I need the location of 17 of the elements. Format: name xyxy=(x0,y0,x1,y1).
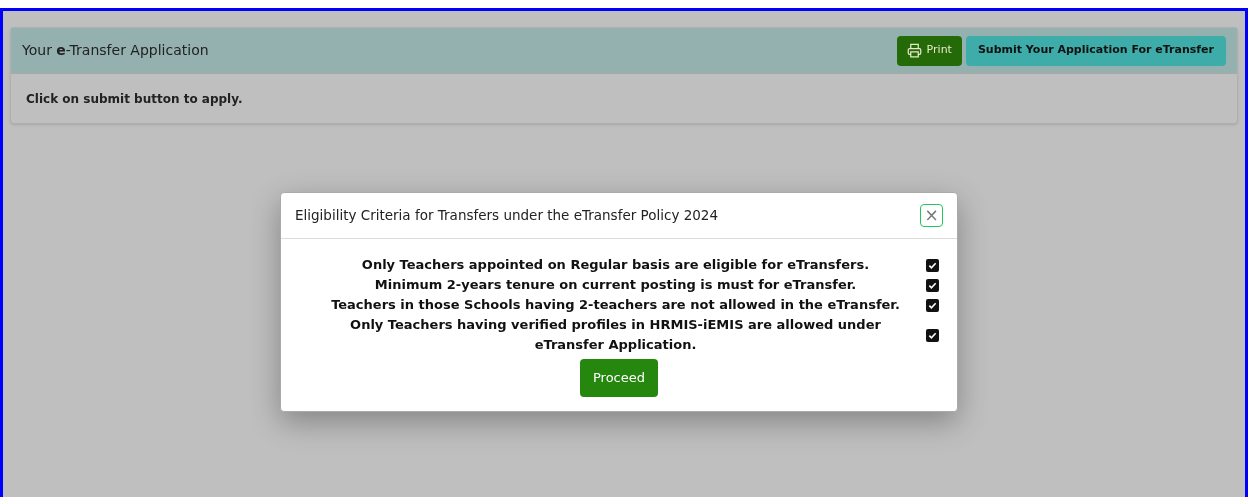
check-icon xyxy=(928,330,937,340)
criterion-text: Only Teachers having verified profiles in HRMIS-iEMIS are allowed under eTransfer Application. xyxy=(349,316,882,354)
criterion-text: Teachers in those Schools having 2-teachers are not allowed in the eTransfer. xyxy=(330,296,901,314)
criterion-checkbox[interactable] xyxy=(926,258,939,272)
card-title: Your e-Transfer Application xyxy=(22,41,209,60)
criterion-checkbox[interactable] xyxy=(926,278,939,292)
submit-button[interactable]: Submit Your Application For eTransfer xyxy=(965,35,1226,66)
criterion-text: Only Teachers appointed on Regular basis are eligible for eTransfers. xyxy=(360,256,871,274)
dialog-title: Eligibility Criteria for Transfers under the eTransfer Policy 2024 xyxy=(295,206,719,226)
close-button[interactable]: × xyxy=(920,204,943,227)
criterion-checkbox[interactable] xyxy=(926,298,939,312)
criterion-text: Minimum 2-years tenure on current posting is must for eTransfer. xyxy=(373,276,858,294)
criterion-checkbox[interactable] xyxy=(926,328,939,342)
print-button[interactable]: Print xyxy=(896,35,962,66)
printer-icon xyxy=(906,43,922,58)
instruction-text: Click on submit button to apply. xyxy=(26,90,243,108)
proceed-button[interactable]: Proceed xyxy=(580,359,658,397)
